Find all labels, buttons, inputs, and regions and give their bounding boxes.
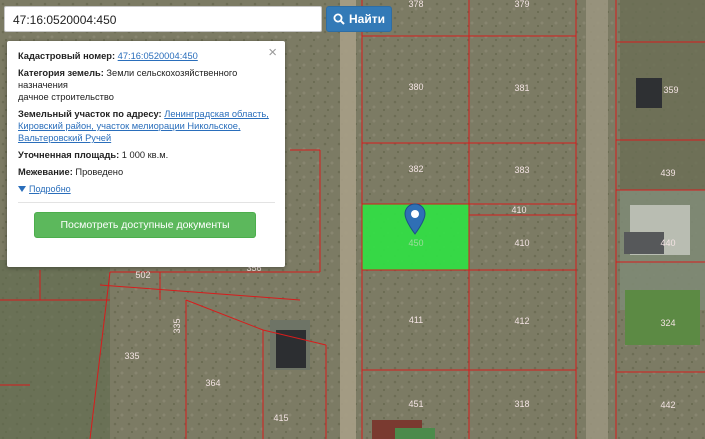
survey-value: Проведено [75, 167, 124, 177]
triangle-down-icon [18, 186, 26, 192]
cadastral-row: Кадастровый номер: 47:16:0520004:450 [18, 50, 275, 62]
search-bar [4, 6, 322, 32]
plot-label: 364 [205, 378, 221, 388]
plot-label: 442 [660, 400, 676, 410]
plot-label: 378 [408, 0, 424, 9]
plot-label: 410 [511, 205, 527, 215]
plot-label: 380 [408, 82, 424, 92]
details-label: Подробно [29, 184, 71, 194]
survey-label: Межевание: [18, 167, 73, 177]
search-input[interactable] [11, 8, 315, 32]
plot-label: 450 [408, 238, 424, 248]
plot-label: 415 [273, 413, 289, 423]
plot-label: 412 [514, 316, 530, 326]
plot-label: 382 [408, 164, 424, 174]
survey-row: Межевание: Проведено [18, 166, 275, 178]
plot-label: 411 [408, 315, 424, 325]
category-value-2: дачное строительство [18, 92, 114, 102]
plot-label: 335 [172, 318, 182, 334]
plot-label: 324 [660, 318, 676, 328]
area-value: 1 000 кв.м. [121, 150, 169, 160]
details-toggle[interactable]: Подробно [18, 183, 275, 195]
area-label: Уточненная площадь: [18, 150, 120, 160]
search-icon [333, 13, 345, 25]
plot-label: 502 [135, 270, 151, 280]
plot-label: 359 [663, 85, 679, 95]
plot-label: 318 [514, 399, 530, 409]
plot-label: 439 [660, 168, 676, 178]
view-documents-button[interactable]: Посмотреть доступные документы [34, 212, 256, 238]
plot-label: 410 [514, 238, 530, 248]
cadastral-link[interactable]: 47:16:0520004:450 [118, 51, 198, 61]
address-row: Земельный участок по адресу: Ленинградск… [18, 108, 275, 144]
search-button-label: Найти [349, 12, 385, 26]
close-icon[interactable]: × [268, 45, 277, 60]
category-row: Категория земель: Земли сельскохозяйстве… [18, 67, 275, 103]
plot-label: 440 [660, 238, 676, 248]
plot-label: 379 [514, 0, 530, 9]
cadastral-label: Кадастровый номер: [18, 51, 116, 61]
category-label: Категория земель: [18, 68, 104, 78]
plot-label: 335 [124, 351, 140, 361]
plot-label: 381 [514, 83, 530, 93]
area-row: Уточненная площадь: 1 000 кв.м. [18, 149, 275, 161]
plot-label: 451 [408, 399, 424, 409]
plot-label: 383 [514, 165, 530, 175]
search-button[interactable]: Найти [326, 6, 392, 32]
parcel-info-popup: × Кадастровый номер: 47:16:0520004:450 К… [7, 41, 285, 267]
address-label: Земельный участок по адресу: [18, 109, 162, 119]
divider [18, 202, 275, 203]
